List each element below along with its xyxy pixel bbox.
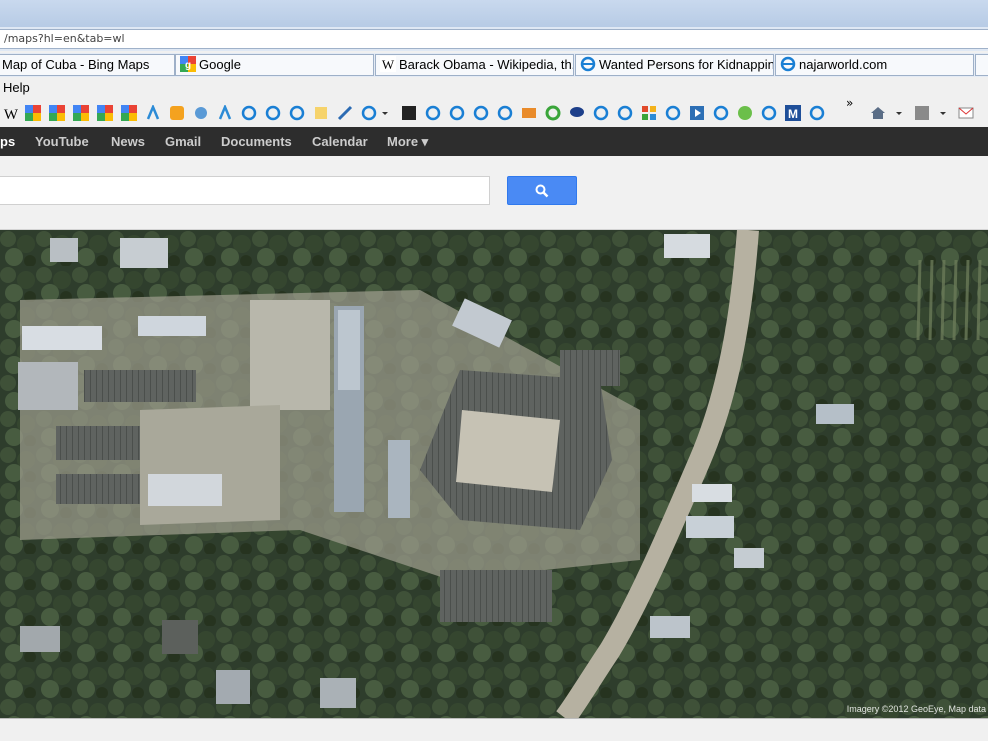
- wikipedia-icon[interactable]: W: [3, 105, 19, 121]
- ie-page-icon: [580, 56, 596, 72]
- ie-page-icon[interactable]: [425, 105, 441, 121]
- search-input[interactable]: [0, 176, 490, 205]
- gbar-more[interactable]: More ▾: [387, 127, 428, 156]
- apps-icon[interactable]: [641, 105, 657, 121]
- google-bar: ps YouTube News Gmail Documents Calendar…: [0, 127, 988, 156]
- satellite-imagery: [0, 230, 988, 718]
- web-slice-icon[interactable]: [337, 105, 353, 121]
- search-area: [0, 156, 988, 230]
- tab-label: Google: [199, 57, 241, 72]
- google-favicon-icon[interactable]: [25, 105, 41, 121]
- tab-label: Map of Cuba - Bing Maps: [2, 57, 150, 72]
- notes-icon[interactable]: [313, 105, 329, 121]
- chevron-down-icon[interactable]: [938, 105, 948, 121]
- gbar-maps[interactable]: ps: [0, 127, 15, 156]
- google-favicon-icon[interactable]: [49, 105, 65, 121]
- ie-page-icon[interactable]: [809, 105, 825, 121]
- svg-text:g: g: [185, 60, 191, 71]
- tab-wanted-persons[interactable]: Wanted Persons for Kidnapping: [575, 54, 774, 76]
- tab-google[interactable]: g Google: [175, 54, 374, 76]
- google-favicon-icon[interactable]: [121, 105, 137, 121]
- tab-label: najarworld.com: [799, 57, 888, 72]
- ie-page-icon[interactable]: [361, 105, 377, 121]
- status-bar: [0, 718, 988, 741]
- search-icon: [535, 184, 549, 198]
- ie-page-icon[interactable]: [593, 105, 609, 121]
- ie-page-icon[interactable]: [761, 105, 777, 121]
- new-tab-button[interactable]: [975, 54, 988, 76]
- ie-page-icon[interactable]: [497, 105, 513, 121]
- wikipedia-icon: W: [380, 56, 396, 72]
- mail-icon[interactable]: [521, 105, 537, 121]
- ie-page-icon: [780, 56, 796, 72]
- gbar-youtube[interactable]: YouTube: [35, 127, 89, 156]
- favorites-overflow-chevron[interactable]: »: [846, 96, 853, 110]
- menu-help[interactable]: Help: [3, 80, 30, 95]
- gbar-calendar[interactable]: Calendar: [312, 127, 368, 156]
- tab-bing-maps[interactable]: Map of Cuba - Bing Maps: [0, 54, 175, 76]
- address-bar: /maps?hl=en&tab=wl: [0, 27, 988, 51]
- rss-feed-icon[interactable]: [914, 105, 930, 121]
- svg-text:W: W: [4, 107, 19, 121]
- tab-najarworld[interactable]: najarworld.com: [775, 54, 974, 76]
- feed-icon[interactable]: [169, 105, 185, 121]
- google-favicon-icon[interactable]: [73, 105, 89, 121]
- web-slice-icon[interactable]: [217, 105, 233, 121]
- ie-page-icon[interactable]: [713, 105, 729, 121]
- gbar-gmail[interactable]: Gmail: [165, 127, 201, 156]
- map-attribution: Imagery ©2012 GeoEye, Map data: [846, 704, 986, 714]
- ie-page-icon[interactable]: [241, 105, 257, 121]
- google-favicon-icon[interactable]: [97, 105, 113, 121]
- svg-text:M: M: [788, 107, 798, 121]
- menu-bar: Help: [0, 78, 988, 98]
- svg-text:W: W: [382, 57, 395, 72]
- tabs-bar: Map of Cuba - Bing Maps g Google W Barac…: [0, 53, 988, 77]
- ie-page-icon[interactable]: [289, 105, 305, 121]
- chat-icon[interactable]: [569, 105, 585, 121]
- home-icon[interactable]: [870, 105, 886, 121]
- address-field[interactable]: /maps?hl=en&tab=wl: [0, 29, 988, 49]
- ie-page-icon[interactable]: [665, 105, 681, 121]
- ie-page-icon[interactable]: [449, 105, 465, 121]
- news-icon[interactable]: [401, 105, 417, 121]
- read-mail-icon[interactable]: [958, 105, 974, 121]
- play-icon[interactable]: [689, 105, 705, 121]
- globe-icon[interactable]: [737, 105, 753, 121]
- refresh-icon[interactable]: [545, 105, 561, 121]
- google-favicon-icon: g: [180, 56, 196, 72]
- window-title-bar: [0, 0, 988, 27]
- tab-label: Wanted Persons for Kidnapping: [599, 57, 774, 72]
- gbar-news[interactable]: News: [111, 127, 145, 156]
- tab-wikipedia[interactable]: W Barack Obama - Wikipedia, th...: [375, 54, 574, 76]
- weather-icon[interactable]: [193, 105, 209, 121]
- search-button[interactable]: [507, 176, 577, 205]
- ie-page-icon[interactable]: [265, 105, 281, 121]
- chevron-down-icon[interactable]: [380, 105, 390, 121]
- web-slice-icon[interactable]: [145, 105, 161, 121]
- satellite-map[interactable]: Imagery ©2012 GeoEye, Map data: [0, 230, 988, 718]
- favorites-bar: W M »: [0, 96, 988, 127]
- ie-page-icon[interactable]: [473, 105, 489, 121]
- gbar-documents[interactable]: Documents: [221, 127, 292, 156]
- msn-icon[interactable]: M: [785, 105, 801, 121]
- ie-page-icon[interactable]: [617, 105, 633, 121]
- tab-label: Barack Obama - Wikipedia, th...: [399, 57, 574, 72]
- chevron-down-icon[interactable]: [894, 105, 904, 121]
